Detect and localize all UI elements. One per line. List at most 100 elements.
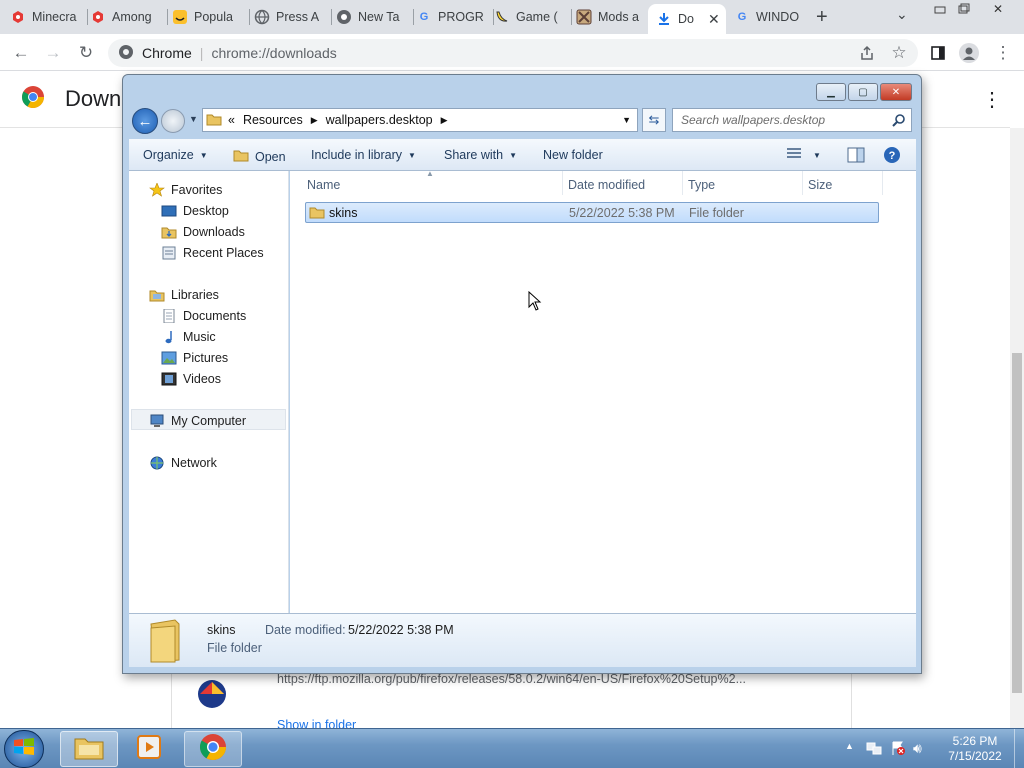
media-player-icon (135, 733, 163, 766)
breadcrumb-chevron-icon[interactable]: ▶ (311, 115, 318, 126)
start-button[interactable] (4, 730, 44, 768)
omnibox-site-label: Chrome (142, 45, 192, 61)
tab-popular[interactable]: Popula (172, 4, 250, 30)
pictures-icon (161, 351, 177, 365)
clock-time: 5:26 PM (952, 734, 998, 748)
breadcrumb-chevron-icon[interactable]: ▶ (441, 115, 448, 126)
nav-my-computer[interactable]: My Computer (149, 411, 246, 431)
mods-icon (576, 9, 592, 25)
nav-favorites[interactable]: Favorites (149, 180, 222, 200)
forward-arrow-icon[interactable] (161, 109, 185, 133)
taskbar-media-player[interactable] (120, 731, 178, 767)
tab-press[interactable]: Press A (254, 4, 332, 30)
close-tab-icon[interactable]: ✕ (708, 11, 720, 28)
search-magnifier-icon[interactable] (892, 113, 906, 132)
details-date-label: Date modified: (265, 623, 346, 637)
nav-desktop[interactable]: Desktop (161, 201, 229, 221)
tab-mods[interactable]: Mods a (576, 4, 648, 30)
taskbar-chrome[interactable] (184, 731, 242, 767)
show-hidden-icons-icon[interactable]: ▲ (845, 741, 854, 751)
tab-progr[interactable]: G PROGR (416, 4, 494, 30)
explorer-minimize-icon[interactable]: ▁ (816, 83, 846, 101)
chrome-icon (336, 9, 352, 25)
forward-icon[interactable]: → (42, 42, 64, 64)
restore-icon[interactable] (952, 0, 976, 18)
scrollbar-thumb[interactable] (1012, 353, 1022, 693)
recent-pages-chevron-icon[interactable]: ▼ (189, 114, 198, 124)
refresh-icon[interactable]: ⇆ (642, 108, 666, 132)
tab-label: Popula (194, 10, 233, 24)
tab-minecraft[interactable]: Minecra (10, 4, 88, 30)
new-tab-icon[interactable]: + (816, 6, 828, 29)
close-window-icon[interactable]: ✕ (986, 0, 1010, 18)
breadcrumb-wallpapers[interactable]: wallpapers.desktop (326, 113, 433, 127)
nav-pictures[interactable]: Pictures (161, 348, 228, 368)
omnibox[interactable]: Chrome | chrome://downloads (108, 39, 918, 67)
downloads-menu-icon[interactable]: ⋮ (982, 87, 1002, 112)
nav-recent-places[interactable]: Recent Places (161, 243, 264, 263)
taskbar-explorer[interactable] (60, 731, 118, 767)
network-tray-icon[interactable] (866, 740, 882, 761)
large-folder-icon (147, 618, 183, 667)
column-header-name[interactable]: Name (307, 178, 340, 192)
dropdown-icon: ▼ (199, 150, 208, 160)
column-header-size[interactable]: Size (808, 178, 832, 192)
show-desktop-button[interactable] (1014, 729, 1024, 768)
tab-label: Mods a (598, 10, 639, 24)
column-divider[interactable] (882, 171, 883, 195)
breadcrumb[interactable]: « Resources ▶ wallpapers.desktop ▶ ▼ (202, 108, 638, 132)
bookmark-star-icon[interactable]: ☆ (888, 42, 910, 64)
breadcrumb-prefix[interactable]: « (228, 113, 235, 127)
preview-pane-icon[interactable] (847, 147, 865, 163)
change-view-button[interactable]: ▼ (785, 147, 821, 164)
tab-downloads[interactable]: Do ✕ (648, 4, 726, 34)
tab-among-us[interactable]: Among (90, 4, 168, 30)
nav-label: Desktop (183, 204, 229, 218)
column-header-date[interactable]: Date modified (568, 178, 645, 192)
search-input[interactable]: Search wallpapers.desktop (672, 108, 912, 132)
help-icon[interactable]: ? (883, 146, 901, 164)
browser-tab-strip: Minecra Among Popula Press A New Ta G PR… (0, 0, 1024, 34)
tab-windows[interactable]: G WINDO (734, 4, 804, 30)
share-icon[interactable] (856, 42, 878, 64)
tab-new-tab[interactable]: New Ta (336, 4, 414, 30)
nav-videos[interactable]: Videos (161, 369, 221, 389)
nav-libraries[interactable]: Libraries (149, 285, 219, 305)
share-with-button[interactable]: Share with ▼ (444, 148, 517, 162)
side-panel-icon[interactable] (927, 42, 949, 64)
nav-downloads[interactable]: Downloads (161, 222, 245, 242)
taskbar: ▲ 🔊︎ 5:26 PM 7/15/2022 (0, 728, 1024, 768)
nav-documents[interactable]: Documents (161, 306, 246, 326)
tab-label: Among (112, 10, 152, 24)
nav-music[interactable]: Music (161, 327, 216, 347)
explorer-close-icon[interactable]: ✕ (880, 83, 912, 101)
download-url[interactable]: https://ftp.mozilla.org/pub/firefox/rele… (277, 672, 746, 686)
column-divider[interactable] (562, 171, 563, 195)
nav-network[interactable]: Network (149, 453, 217, 473)
volume-icon[interactable]: 🔊︎ (913, 740, 922, 757)
minimize-icon[interactable] (928, 0, 952, 18)
menu-kebab-icon[interactable]: ⋮ (992, 42, 1014, 64)
table-row[interactable]: skins 5/22/2022 5:38 PM File folder (305, 202, 879, 223)
action-center-flag-icon[interactable] (890, 740, 906, 761)
address-dropdown-icon[interactable]: ▼ (622, 115, 631, 125)
tab-game[interactable]: Game ( (494, 4, 572, 30)
organize-button[interactable]: Organize ▼ (143, 148, 208, 162)
back-icon[interactable]: ← (10, 42, 32, 64)
nav-label: Pictures (183, 351, 229, 365)
include-in-library-button[interactable]: Include in library ▼ (311, 148, 416, 162)
profile-avatar-icon[interactable] (958, 42, 980, 64)
page-scrollbar[interactable] (1010, 128, 1024, 728)
back-arrow-icon[interactable]: ← (132, 108, 158, 134)
open-button[interactable]: Open (233, 148, 286, 165)
tab-label: WINDO (756, 10, 800, 24)
column-header-type[interactable]: Type (688, 178, 715, 192)
breadcrumb-resources[interactable]: Resources (243, 113, 303, 127)
tab-search-chevron-icon[interactable]: ⌄ (896, 6, 908, 23)
reload-icon[interactable]: ↻ (75, 42, 97, 64)
new-folder-button[interactable]: New folder (543, 148, 603, 162)
column-divider[interactable] (802, 171, 803, 195)
column-divider[interactable] (682, 171, 683, 195)
clock[interactable]: 5:26 PM 7/15/2022 (942, 734, 1008, 764)
explorer-maximize-icon[interactable]: ▢ (848, 83, 878, 101)
